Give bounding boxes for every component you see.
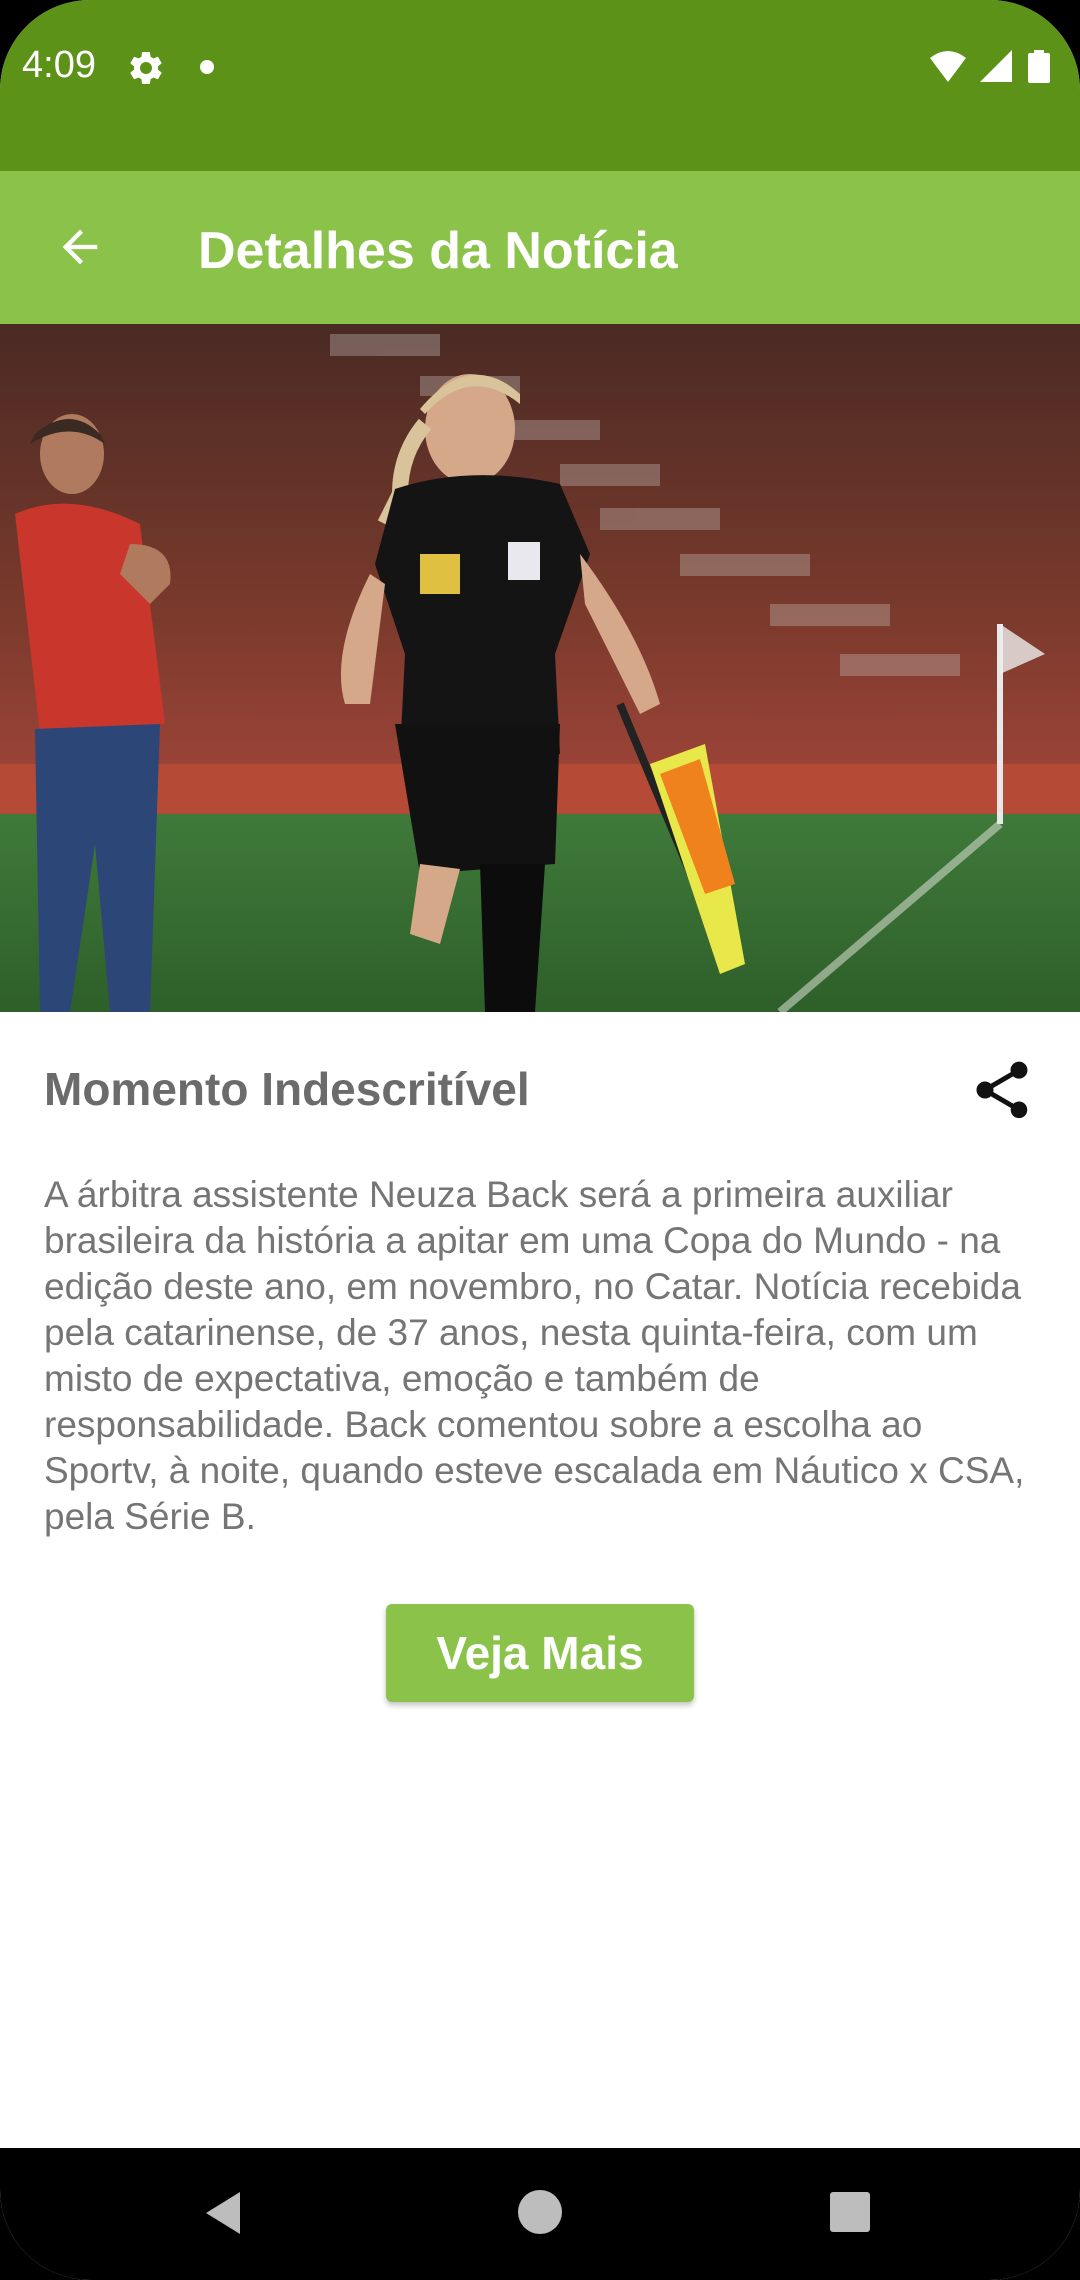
notification-dot-icon [200,60,214,74]
app-bar: Detalhes da Notícia [0,171,1080,324]
back-button[interactable] [40,207,120,287]
article-headline: Momento Indescritível [44,1063,530,1115]
battery-icon [1028,50,1050,83]
phone-screen: 4:09 Detalhes da Notícia Momento Indescr… [0,0,1080,2280]
status-time: 4:09 [22,44,96,86]
article-body: A árbitra assistente Neuza Back será a p… [44,1174,1025,1537]
navigation-bar [0,2148,1080,2280]
nav-back-icon[interactable] [200,2188,250,2238]
page-title: Detalhes da Notícia [198,222,678,280]
nav-recents-icon[interactable] [830,2192,870,2232]
status-bar: 4:09 [0,0,1080,171]
gear-icon [130,51,162,84]
wifi-icon [930,51,966,82]
share-button[interactable] [968,1056,1036,1124]
share-icon [976,1061,1028,1119]
article-hero-image [0,324,1080,1012]
arrow-back-icon [62,229,98,265]
nav-home-icon[interactable] [518,2190,562,2234]
status-icons-group [930,50,1050,83]
signal-icon [980,50,1012,82]
veja-mais-button[interactable]: Veja Mais [386,1604,694,1702]
referee-photo [0,324,1080,1012]
